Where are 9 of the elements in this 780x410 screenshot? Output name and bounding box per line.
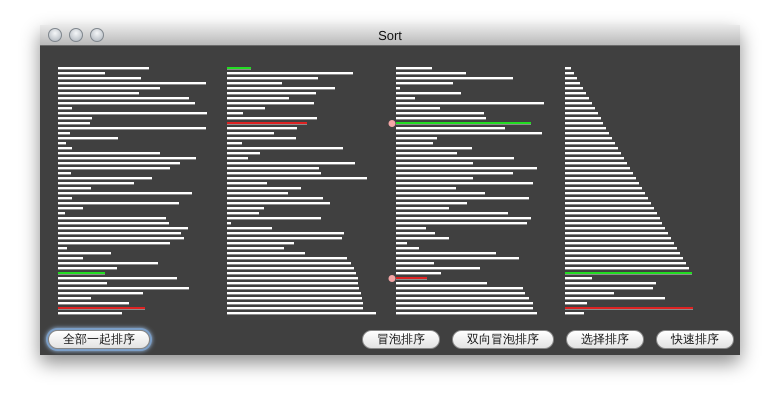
window-control-icon[interactable] <box>69 28 83 42</box>
sort-button[interactable]: 全部一起排序 <box>48 330 150 349</box>
sort-button[interactable]: 冒泡排序 <box>362 330 440 349</box>
window-control-icon[interactable] <box>90 28 104 42</box>
window-control-icon[interactable] <box>48 28 62 42</box>
sort-button[interactable]: 快速排序 <box>656 330 734 349</box>
window-title: Sort <box>378 28 402 42</box>
sort-button[interactable]: 选择排序 <box>566 330 644 349</box>
sort-button[interactable]: 双向冒泡排序 <box>452 330 554 349</box>
